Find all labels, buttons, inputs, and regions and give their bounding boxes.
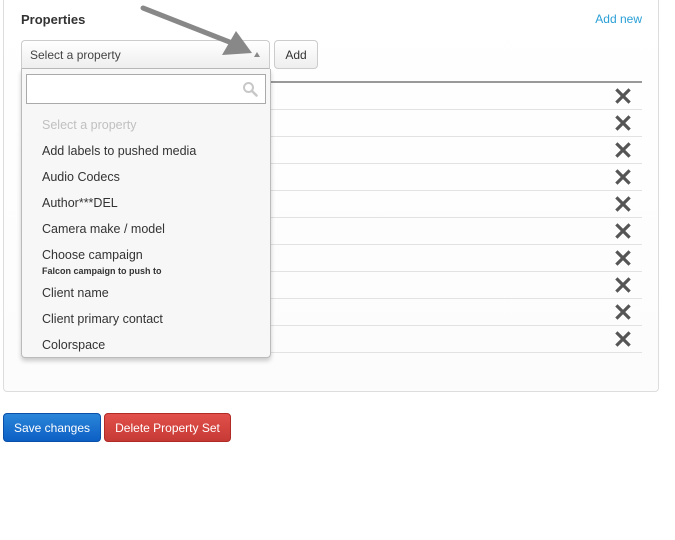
dropdown-option[interactable]: Colorspace <box>42 338 105 352</box>
remove-row-icon[interactable] <box>614 141 632 159</box>
remove-row-icon[interactable] <box>614 87 632 105</box>
dropdown-option[interactable]: Audio Codecs <box>42 170 120 184</box>
remove-row-icon[interactable] <box>614 114 632 132</box>
delete-property-set-button[interactable]: Delete Property Set <box>104 413 231 442</box>
dropdown-option[interactable]: Add labels to pushed media <box>42 144 196 158</box>
search-icon <box>243 82 258 97</box>
dropdown-option[interactable]: Client primary contact <box>42 312 163 326</box>
save-changes-button[interactable]: Save changes <box>3 413 101 442</box>
caret-up-icon <box>254 52 260 57</box>
dropdown-search <box>26 74 266 104</box>
remove-row-icon[interactable] <box>614 330 632 348</box>
remove-row-icon[interactable] <box>614 249 632 267</box>
property-dropdown: Select a property Add labels to pushed m… <box>21 69 271 358</box>
section-title: Properties <box>21 12 86 27</box>
property-select-value: Select a property <box>30 48 121 62</box>
remove-row-icon[interactable] <box>614 222 632 240</box>
property-select[interactable]: Select a property <box>21 40 270 69</box>
dropdown-option[interactable]: Camera make / model <box>42 222 165 236</box>
remove-row-icon[interactable] <box>614 303 632 321</box>
add-new-link[interactable]: Add new <box>595 12 642 26</box>
remove-row-icon[interactable] <box>614 168 632 186</box>
dropdown-search-input[interactable] <box>27 75 249 103</box>
dropdown-option[interactable]: Choose campaign <box>42 248 143 262</box>
remove-row-icon[interactable] <box>614 195 632 213</box>
dropdown-option[interactable]: Client name <box>42 286 109 300</box>
dropdown-option-description: Falcon campaign to push to <box>42 266 162 276</box>
remove-row-icon[interactable] <box>614 276 632 294</box>
dropdown-option[interactable]: Author***DEL <box>42 196 118 210</box>
dropdown-option-placeholder: Select a property <box>42 118 137 132</box>
add-property-button[interactable]: Add <box>274 40 318 69</box>
